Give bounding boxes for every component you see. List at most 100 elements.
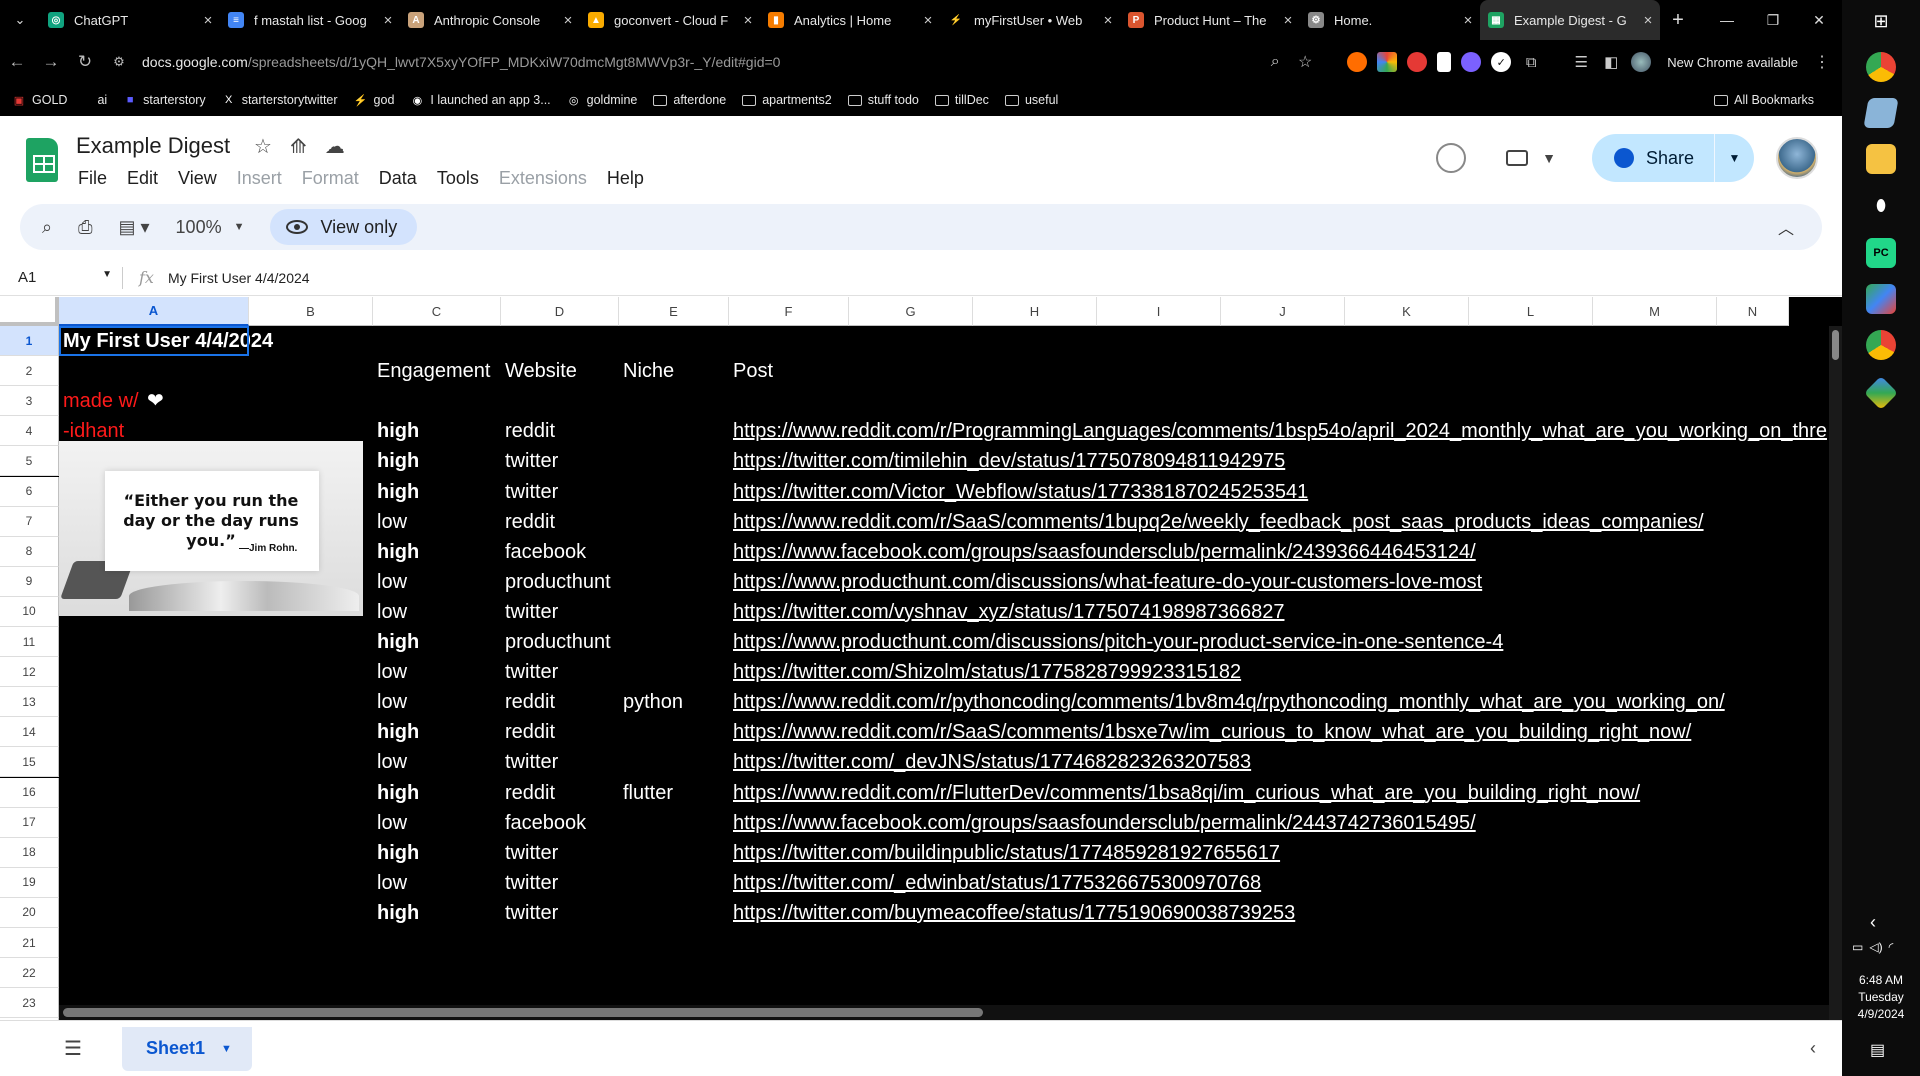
cell-website[interactable]: twitter bbox=[505, 446, 558, 476]
bookmark-item[interactable]: afterdone bbox=[653, 93, 726, 107]
menu-help[interactable]: Help bbox=[607, 168, 644, 189]
extension-1-icon[interactable] bbox=[1347, 52, 1368, 72]
column-header-c[interactable]: C bbox=[373, 297, 501, 326]
format-table-icon[interactable]: ▤ ▾ bbox=[119, 217, 150, 238]
formula-input[interactable]: My First User 4/4/2024 bbox=[168, 270, 310, 286]
cell-post-link[interactable]: https://twitter.com/Shizolm/status/17758… bbox=[733, 657, 1241, 687]
new-tab-button[interactable]: + bbox=[1660, 9, 1696, 32]
cell-engagement[interactable]: low bbox=[377, 687, 407, 717]
minimize-icon[interactable]: — bbox=[1704, 0, 1750, 40]
row-header[interactable]: 13 bbox=[0, 687, 59, 718]
cell-website[interactable]: twitter bbox=[505, 657, 558, 687]
cell-website[interactable]: twitter bbox=[505, 747, 558, 777]
column-header-d[interactable]: D bbox=[501, 297, 619, 326]
sheets-logo-icon[interactable] bbox=[26, 138, 58, 182]
bookmark-item[interactable]: apartments2 bbox=[742, 93, 832, 107]
quote-image[interactable]: “Either you run the day or the day runs … bbox=[59, 441, 363, 616]
chrome-app-icon-2[interactable] bbox=[1866, 330, 1896, 360]
cell-engagement[interactable]: low bbox=[377, 657, 407, 687]
menu-view[interactable]: View bbox=[178, 168, 217, 189]
pycharm-icon[interactable]: PC bbox=[1866, 238, 1896, 268]
row-header[interactable]: 18 bbox=[0, 837, 59, 868]
cloud-status-icon[interactable]: ☁ bbox=[325, 134, 345, 159]
cell-area[interactable]: “Either you run the day or the day runs … bbox=[59, 326, 1829, 1020]
menu-insert[interactable]: Insert bbox=[237, 168, 282, 189]
account-avatar[interactable] bbox=[1776, 137, 1818, 179]
move-to-drive-icon[interactable]: ⟰ bbox=[290, 134, 307, 159]
row-header[interactable]: 11 bbox=[0, 627, 59, 658]
all-bookmarks-button[interactable]: All Bookmarks bbox=[1714, 93, 1814, 107]
menu-edit[interactable]: Edit bbox=[127, 168, 158, 189]
cell-engagement[interactable]: high bbox=[377, 446, 419, 476]
browser-tab[interactable]: ⚡ myFirstUser • Web × bbox=[940, 0, 1120, 40]
system-clock[interactable]: 6:48 AM Tuesday 4/9/2024 bbox=[1842, 972, 1920, 1023]
document-title[interactable]: Example Digest bbox=[76, 133, 230, 159]
row-header[interactable]: 23 bbox=[0, 988, 59, 1019]
cell-website[interactable]: producthunt bbox=[505, 627, 611, 657]
reload-icon[interactable]: ↻ bbox=[68, 52, 102, 72]
cell-post-link[interactable]: https://twitter.com/buymeacoffee/status/… bbox=[733, 898, 1295, 928]
cell-engagement[interactable]: low bbox=[377, 868, 407, 898]
restore-icon[interactable]: ❐ bbox=[1750, 0, 1796, 40]
cell-niche[interactable]: python bbox=[623, 687, 683, 717]
header-niche[interactable]: Niche bbox=[623, 356, 674, 386]
side-panel-toggle-icon[interactable]: ‹ bbox=[1810, 1038, 1816, 1059]
tab-close-icon[interactable]: × bbox=[1636, 12, 1660, 29]
share-button[interactable]: Share bbox=[1592, 134, 1714, 182]
mouse-app-icon[interactable]: ⬮ bbox=[1866, 192, 1896, 222]
file-explorer-icon[interactable] bbox=[1866, 144, 1896, 174]
cell-website[interactable]: twitter bbox=[505, 868, 558, 898]
cell-website[interactable]: twitter bbox=[505, 898, 558, 928]
row-header[interactable]: 5 bbox=[0, 446, 59, 477]
browser-tab[interactable]: ▦ Example Digest - G × bbox=[1480, 0, 1660, 40]
cell-engagement[interactable]: low bbox=[377, 808, 407, 838]
cell-post-link[interactable]: https://twitter.com/_devJNS/status/17746… bbox=[733, 747, 1251, 777]
tab-close-icon[interactable]: × bbox=[556, 12, 580, 29]
tab-close-icon[interactable]: × bbox=[1276, 12, 1300, 29]
battery-icon[interactable]: ▭ bbox=[1852, 940, 1863, 954]
wifi-icon[interactable]: ◜ bbox=[1889, 940, 1894, 954]
bookmark-item[interactable]: ai bbox=[97, 93, 107, 107]
extension-3-icon[interactable] bbox=[1407, 52, 1428, 72]
browser-tab[interactable]: P Product Hunt – The × bbox=[1120, 0, 1300, 40]
tab-close-icon[interactable]: × bbox=[1456, 12, 1480, 29]
side-panel-icon[interactable]: ◧ bbox=[1601, 52, 1621, 72]
share-dropdown-button[interactable]: ▼ bbox=[1714, 134, 1754, 182]
cell-website[interactable]: twitter bbox=[505, 838, 558, 868]
url-field[interactable]: docs.google.com/spreadsheets/d/1yQH_lwvt… bbox=[142, 45, 1265, 79]
column-header-a[interactable]: A bbox=[59, 297, 249, 326]
cell-post-link[interactable]: https://twitter.com/vyshnav_xyz/status/1… bbox=[733, 597, 1284, 627]
bookmark-item[interactable]: stuff todo bbox=[847, 93, 919, 107]
cell-website[interactable]: producthunt bbox=[505, 567, 611, 597]
extension-4-icon[interactable] bbox=[1437, 52, 1452, 72]
tab-close-icon[interactable]: × bbox=[916, 12, 940, 29]
cell-post-link[interactable]: https://twitter.com/timilehin_dev/status… bbox=[733, 446, 1285, 476]
extension-5-icon[interactable] bbox=[1461, 52, 1482, 72]
new-chrome-available-button[interactable]: New Chrome available bbox=[1667, 55, 1798, 70]
forward-icon[interactable]: → bbox=[34, 52, 68, 72]
cell-niche[interactable]: flutter bbox=[623, 778, 673, 808]
start-icon[interactable]: ⊞ bbox=[1866, 6, 1896, 36]
cell-website[interactable]: facebook bbox=[505, 808, 586, 838]
browser-tab[interactable]: A Anthropic Console × bbox=[400, 0, 580, 40]
view-only-button[interactable]: View only bbox=[270, 209, 418, 245]
row-header[interactable]: 6 bbox=[0, 476, 59, 507]
name-box[interactable]: A1 ▼ bbox=[0, 269, 122, 286]
column-header-i[interactable]: I bbox=[1097, 297, 1221, 326]
row-header[interactable]: 10 bbox=[0, 596, 59, 627]
cell-post-link[interactable]: https://www.reddit.com/r/pythoncoding/co… bbox=[733, 687, 1725, 717]
bookmark-item[interactable]: ◉ I launched an app 3... bbox=[410, 93, 551, 107]
sheet-tab-sheet1[interactable]: Sheet1 ▼ bbox=[121, 1026, 252, 1071]
extension-2-icon[interactable] bbox=[1377, 52, 1398, 72]
bookmark-star-icon[interactable]: ☆ bbox=[1295, 52, 1315, 72]
cell-post-link[interactable]: https://www.facebook.com/groups/saasfoun… bbox=[733, 808, 1476, 838]
row-header[interactable]: 22 bbox=[0, 958, 59, 989]
tab-close-icon[interactable]: × bbox=[376, 12, 400, 29]
cell-engagement[interactable]: high bbox=[377, 627, 419, 657]
print-icon[interactable]: ⎙ bbox=[78, 217, 92, 238]
column-header-j[interactable]: J bbox=[1221, 297, 1345, 326]
column-header-f[interactable]: F bbox=[729, 297, 849, 326]
cell-author[interactable]: -idhant bbox=[63, 416, 124, 446]
horizontal-scrollbar[interactable] bbox=[59, 1005, 1829, 1020]
meet-button[interactable]: ▼ bbox=[1506, 150, 1556, 166]
